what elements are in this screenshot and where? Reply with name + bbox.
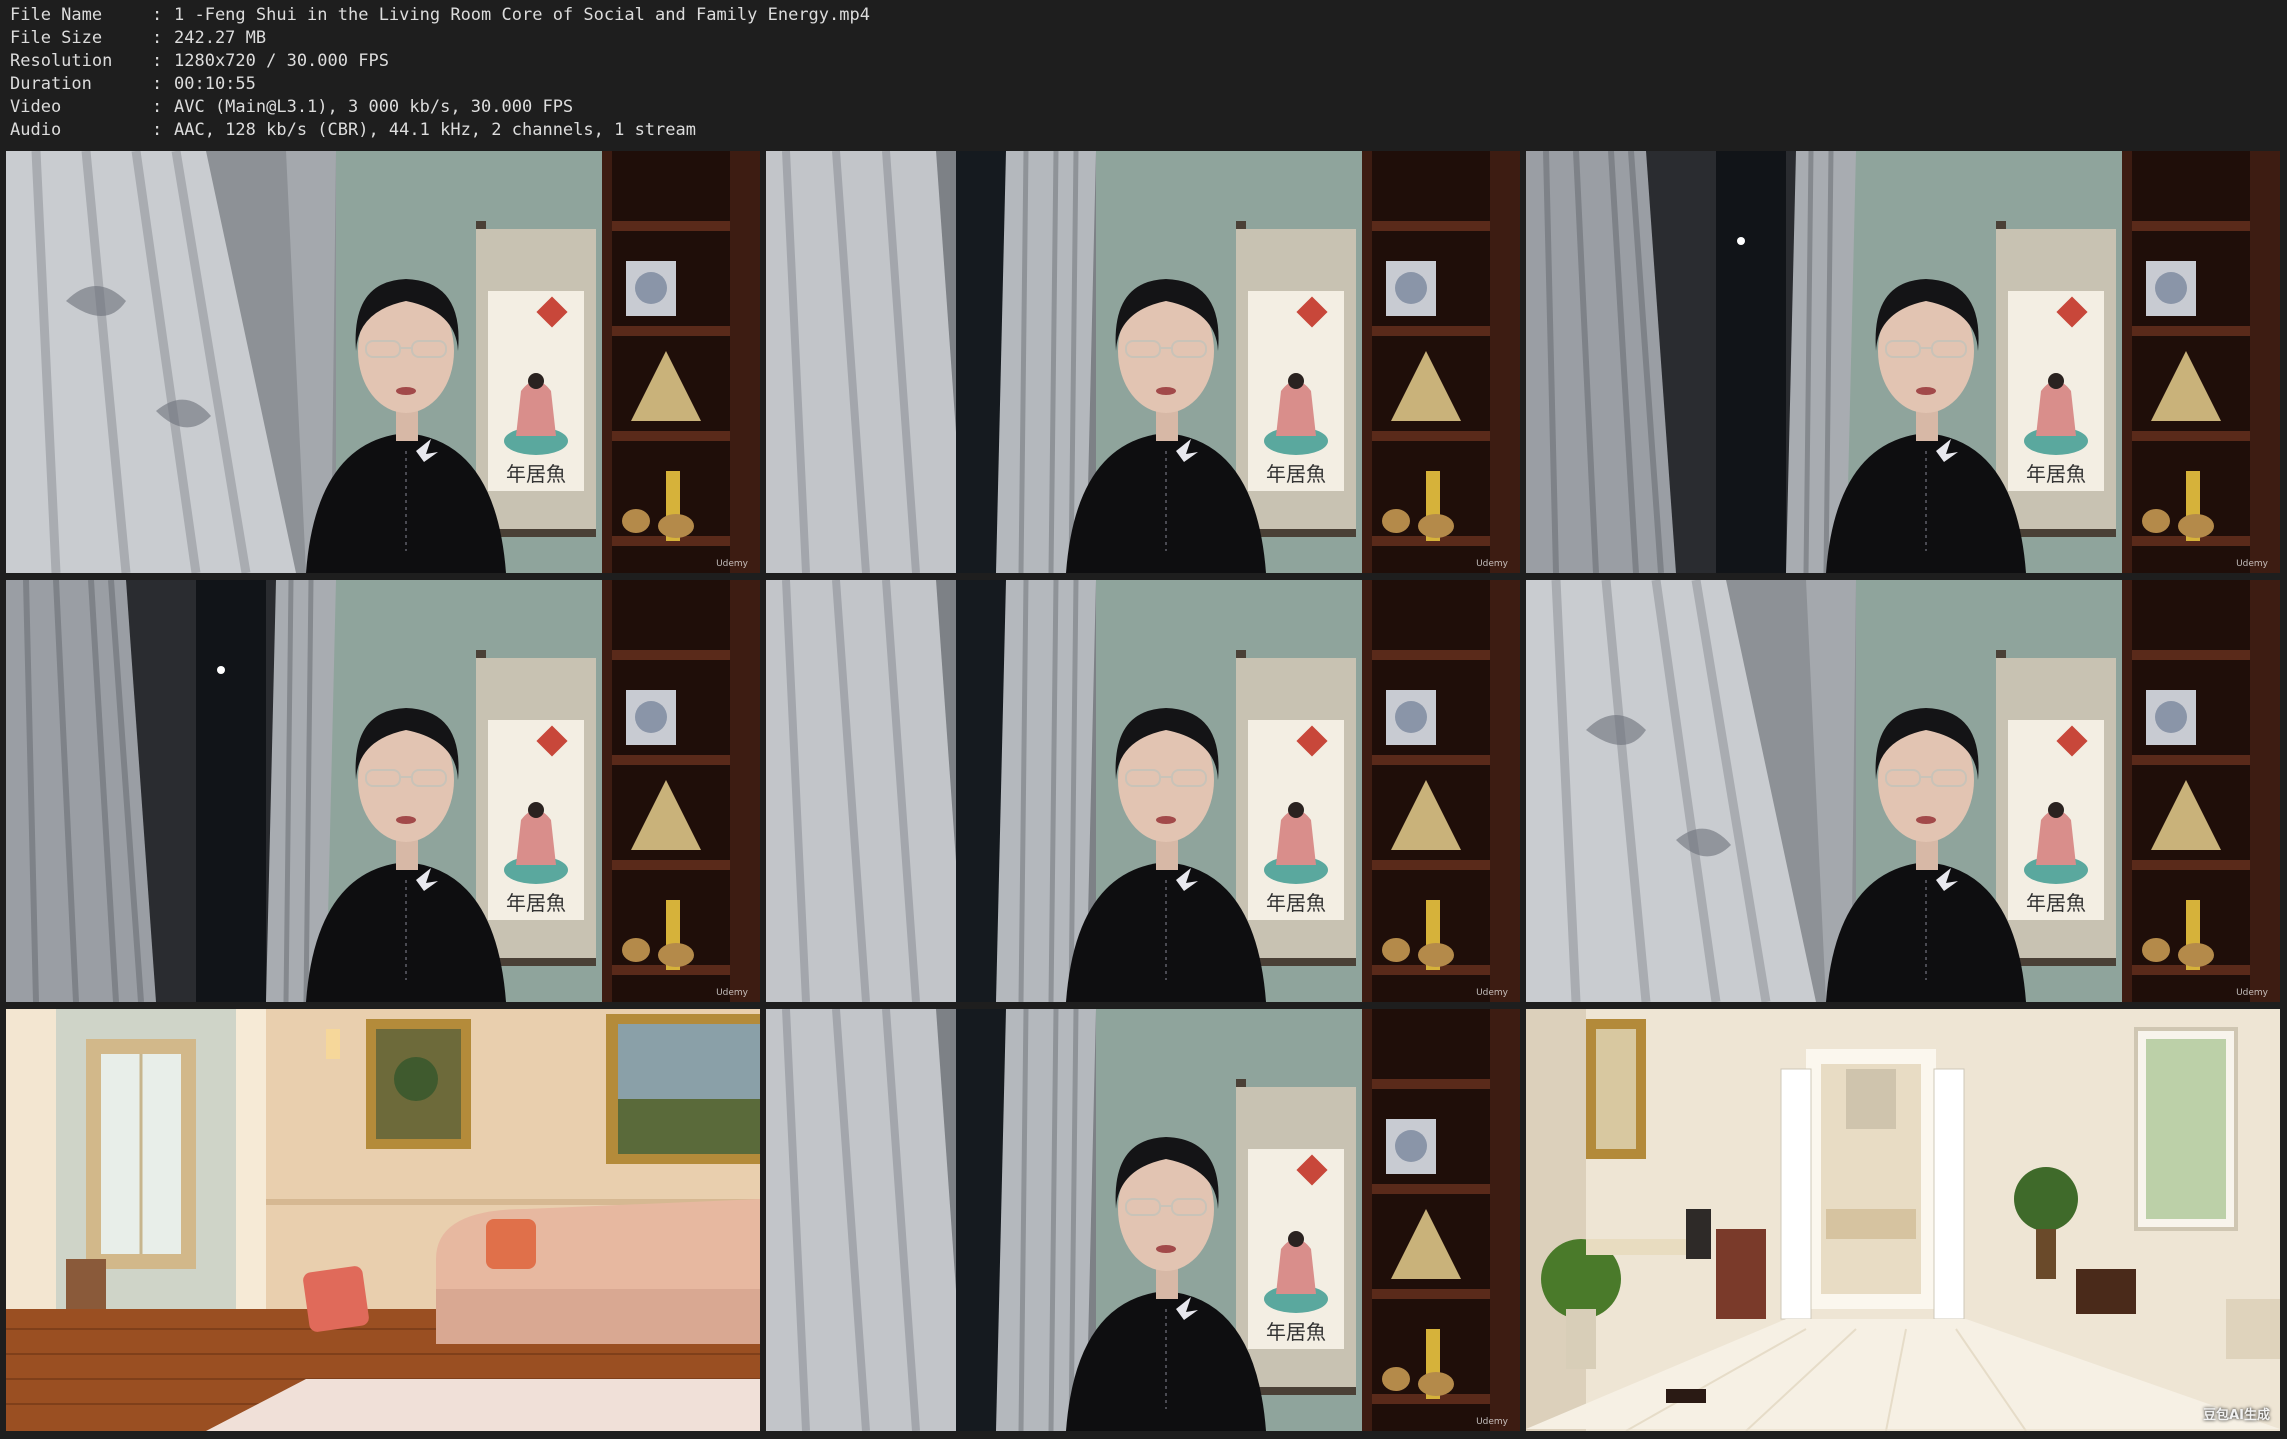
info-value: 242.27 MB <box>174 28 267 48</box>
thumbnail-image: 年居魚 <box>766 1009 1520 1431</box>
thumbnail-presenter[interactable]: 年居魚 Udemy <box>766 151 1520 573</box>
thumbnail-presenter[interactable]: 年居魚 Udemy <box>6 151 760 573</box>
thumbnail-presenter[interactable]: 年居魚 Udemy <box>1526 580 2280 1002</box>
info-value: AVC (Main@L3.1), 3 000 kb/s, 30.000 FPS <box>174 97 574 117</box>
media-info-panel: File Name : 1 -Feng Shui in the Living R… <box>10 4 870 142</box>
info-label: Audio <box>10 120 62 140</box>
thumbnail-presenter[interactable]: 年居魚 Udemy <box>6 580 760 1002</box>
info-label: Duration <box>10 74 92 94</box>
thumbnail-living-room[interactable] <box>6 1009 760 1431</box>
udemy-watermark: Udemy <box>716 988 748 998</box>
udemy-watermark: Udemy <box>1476 988 1508 998</box>
ai-generated-badge: 豆包AI生成 <box>2203 1408 2270 1423</box>
thumbnail-grid: 年居魚 Udemy 年居魚 Udemy 年居魚 Udemy 年居魚 Udemy … <box>6 151 2281 1433</box>
info-row-file-size: File Size : 242.27 MB <box>10 27 870 50</box>
info-separator: : <box>152 5 163 25</box>
thumbnail-image: 年居魚 <box>1526 151 2280 573</box>
info-label: Video <box>10 97 62 117</box>
udemy-watermark: Udemy <box>1476 1417 1508 1427</box>
info-separator: : <box>152 120 163 140</box>
info-row-video: Video : AVC (Main@L3.1), 3 000 kb/s, 30.… <box>10 96 870 119</box>
thumbnail-image: 年居魚 <box>6 151 760 573</box>
info-row-audio: Audio : AAC, 128 kb/s (CBR), 44.1 kHz, 2… <box>10 119 870 142</box>
info-value: 1 -Feng Shui in the Living Room Core of … <box>174 5 870 25</box>
udemy-watermark: Udemy <box>1476 559 1508 569</box>
info-value: AAC, 128 kb/s (CBR), 44.1 kHz, 2 channel… <box>174 120 696 140</box>
info-label: File Name <box>10 5 103 25</box>
scroll-text: 年居魚 <box>2026 891 2086 915</box>
thumbnail-presenter[interactable]: 年居魚 Udemy <box>766 1009 1520 1431</box>
info-separator: : <box>152 28 163 48</box>
info-value: 00:10:55 <box>174 74 256 94</box>
scroll-text: 年居魚 <box>1266 462 1326 486</box>
info-separator: : <box>152 97 163 117</box>
info-separator: : <box>152 74 163 94</box>
info-value: 1280x720 / 30.000 FPS <box>174 51 389 71</box>
thumbnail-presenter[interactable]: 年居魚 Udemy <box>766 580 1520 1002</box>
scroll-text: 年居魚 <box>506 891 566 915</box>
scroll-text: 年居魚 <box>2026 462 2086 486</box>
scroll-text: 年居魚 <box>506 462 566 486</box>
udemy-watermark: Udemy <box>716 559 748 569</box>
info-row-resolution: Resolution : 1280x720 / 30.000 FPS <box>10 50 870 73</box>
thumbnail-image: 年居魚 <box>766 151 1520 573</box>
info-row-duration: Duration : 00:10:55 <box>10 73 870 96</box>
udemy-watermark: Udemy <box>2236 988 2268 998</box>
thumbnail-image: 年居魚 <box>1526 580 2280 1002</box>
info-label: Resolution <box>10 51 113 71</box>
info-row-file-name: File Name : 1 -Feng Shui in the Living R… <box>10 4 870 27</box>
scroll-text: 年居魚 <box>1266 891 1326 915</box>
thumbnail-image: 年居魚 <box>6 580 760 1002</box>
contact-sheet: File Name : 1 -Feng Shui in the Living R… <box>0 0 2287 1439</box>
info-separator: : <box>152 51 163 71</box>
thumbnail-hallway[interactable]: 豆包AI生成 <box>1526 1009 2280 1431</box>
scroll-text: 年居魚 <box>1266 1320 1326 1344</box>
info-label: File Size <box>10 28 103 48</box>
thumbnail-image: 年居魚 <box>766 580 1520 1002</box>
thumbnail-image <box>6 1009 760 1431</box>
thumbnail-presenter[interactable]: 年居魚 Udemy <box>1526 151 2280 573</box>
udemy-watermark: Udemy <box>2236 559 2268 569</box>
thumbnail-image <box>1526 1009 2280 1431</box>
